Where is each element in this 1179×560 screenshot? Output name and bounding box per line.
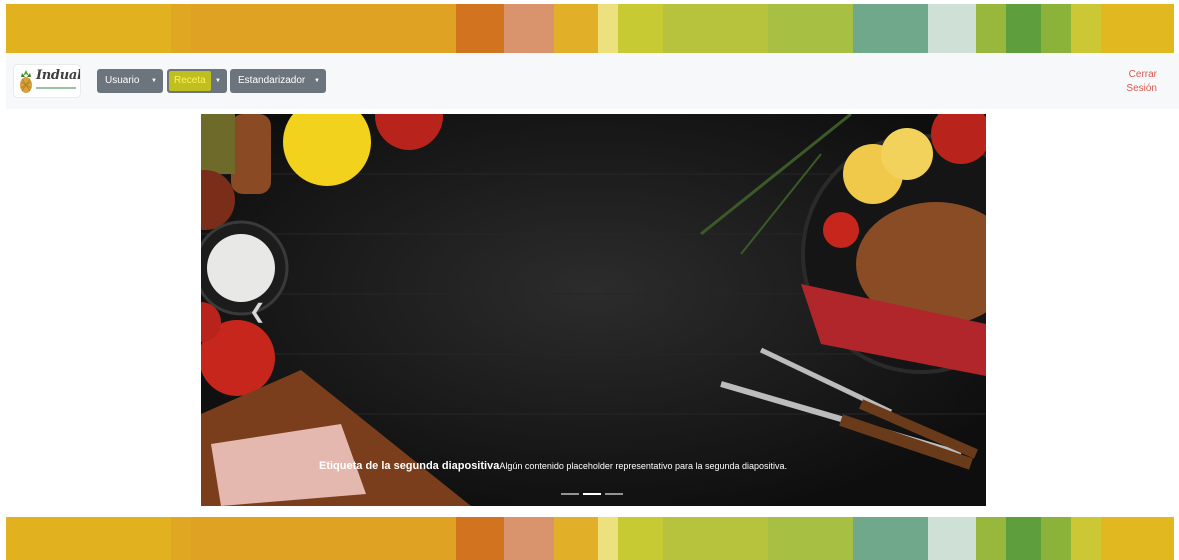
color-stripe bbox=[928, 4, 976, 53]
carousel-indicators bbox=[561, 493, 623, 495]
color-stripe bbox=[1006, 4, 1041, 53]
color-stripe bbox=[618, 517, 663, 560]
color-stripe bbox=[171, 517, 191, 560]
carousel-prev-button[interactable]: ❮ bbox=[249, 299, 266, 324]
carousel-indicator[interactable] bbox=[605, 493, 623, 495]
color-stripe bbox=[663, 4, 768, 53]
color-stripe bbox=[976, 517, 1006, 560]
caret-down-icon: ▼ bbox=[151, 78, 157, 84]
slide-caption-text: Algún contenido placeholder representati… bbox=[499, 461, 788, 471]
bottom-color-band bbox=[6, 517, 1179, 560]
carousel-indicator[interactable] bbox=[561, 493, 579, 495]
color-stripe bbox=[456, 4, 504, 53]
caret-down-icon: ▼ bbox=[215, 78, 221, 84]
color-stripe bbox=[504, 517, 554, 560]
menu-estandarizador-label: Estandarizador bbox=[238, 75, 306, 86]
color-stripe bbox=[976, 4, 1006, 53]
color-stripe bbox=[191, 4, 456, 53]
brand-tagline-line bbox=[36, 87, 76, 89]
logout-label-line1: Cerrar bbox=[1128, 69, 1157, 80]
menu-usuario-button[interactable]: Usuario ▼ bbox=[97, 69, 163, 93]
color-stripe bbox=[456, 517, 504, 560]
color-stripe bbox=[6, 4, 171, 53]
menu-estandarizador-button[interactable]: Estandarizador ▼ bbox=[230, 69, 326, 93]
color-stripe bbox=[768, 517, 853, 560]
color-stripe bbox=[1101, 517, 1174, 560]
color-stripe bbox=[598, 517, 618, 560]
color-stripe bbox=[554, 517, 598, 560]
chevron-left-icon: ❮ bbox=[249, 301, 266, 323]
color-stripe bbox=[1041, 4, 1071, 53]
logout-link[interactable]: Cerrar Sesión bbox=[1117, 68, 1157, 96]
color-stripe bbox=[1041, 517, 1071, 560]
navbar: Induali Usuario ▼ Receta ▼ Estandarizado… bbox=[6, 53, 1179, 109]
color-stripe bbox=[598, 4, 618, 53]
menu-receta-label: Receta bbox=[169, 71, 211, 91]
menu-usuario-label: Usuario bbox=[105, 75, 140, 86]
menu-receta-button[interactable]: Receta ▼ bbox=[167, 69, 227, 93]
color-stripe bbox=[1006, 517, 1041, 560]
color-stripe bbox=[928, 517, 976, 560]
color-stripe bbox=[853, 4, 928, 53]
color-stripe bbox=[1071, 517, 1101, 560]
brand-logo[interactable]: Induali bbox=[14, 65, 80, 97]
carousel-slide-image bbox=[201, 114, 986, 506]
color-stripe bbox=[618, 4, 663, 53]
logout-label-line2: Sesión bbox=[1126, 83, 1157, 94]
color-stripe bbox=[1101, 4, 1174, 53]
slide-caption-title: Etiqueta de la segunda diapositiva bbox=[319, 460, 500, 472]
brand-name: Induali bbox=[36, 68, 80, 83]
color-stripe bbox=[6, 517, 171, 560]
color-stripe bbox=[504, 4, 554, 53]
caret-down-icon: ▼ bbox=[314, 78, 320, 84]
color-stripe bbox=[191, 517, 456, 560]
color-stripe bbox=[554, 4, 598, 53]
hero-carousel[interactable]: ❮ Etiqueta de la segunda diapositivaAlgú… bbox=[201, 114, 986, 506]
color-stripe bbox=[663, 517, 768, 560]
color-stripe bbox=[1071, 4, 1101, 53]
top-color-band bbox=[6, 4, 1179, 53]
color-stripe bbox=[768, 4, 853, 53]
carousel-indicator-active[interactable] bbox=[583, 493, 601, 495]
slide-caption: Etiqueta de la segunda diapositivaAlgún … bbox=[319, 460, 787, 472]
color-stripe bbox=[853, 517, 928, 560]
pineapple-icon bbox=[20, 70, 32, 93]
color-stripe bbox=[171, 4, 191, 53]
